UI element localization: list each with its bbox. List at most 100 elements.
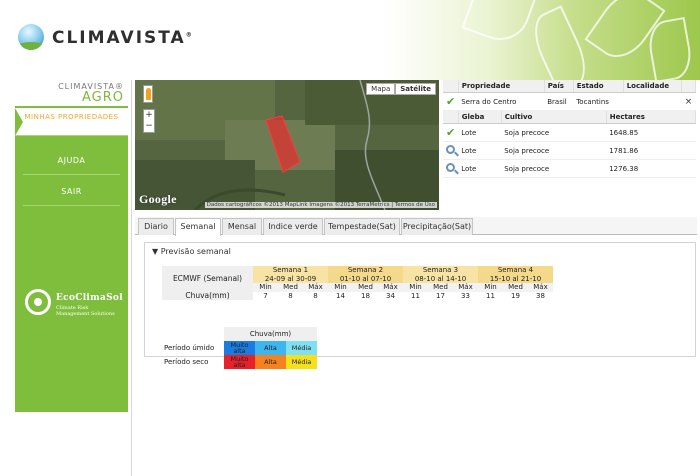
week-name: Semana 4 [478,266,553,275]
plot-hectares: 1648.85 [606,123,696,142]
legend-cell: Média [286,341,317,355]
col-pais: País [544,80,574,93]
tab-semanal[interactable]: Semanal [175,218,221,236]
tab-mensal[interactable]: Mensal [222,218,262,235]
week-range: 24-09 al 30-09 [253,274,328,283]
panel-header[interactable]: ▼ Previsão semanal [152,247,231,256]
plot-cultivo: Soja precoce [501,159,607,178]
collapse-triangle-icon[interactable]: ▼ [152,247,158,256]
tab-tempestade-sat[interactable]: Tempestade(Sat) [324,218,400,235]
property-locality [623,92,682,111]
sidebar-item-label: AJUDA [57,156,86,165]
map-attribution[interactable]: Dados cartográficos ©2013 MapLink Imagen… [204,202,437,208]
col-hectares: Hectares [606,111,697,124]
ecoclimasol-icon [25,289,51,315]
sidebar-item-label: MINHAS PROPRIEDADES [24,113,119,121]
legend-cell: Média [286,355,317,369]
rain-row-label: Chuva(mm) [162,291,253,300]
sidebar-menu: MINHAS PROPRIEDADES AJUDA SAIR EcoClimaS… [15,106,128,412]
property-table-header: Propriedade País Estado Localidade [443,80,696,93]
climavista-logo-icon[interactable] [18,24,44,50]
check-icon[interactable]: ✔ [446,126,455,139]
map-imagery [135,80,439,210]
table-row: Chuva(mm) 7 8 8 14 18 34 11 17 33 11 19 … [162,291,553,300]
table-row[interactable]: Lote Soja precoce 1781.86 [443,141,696,160]
magnifier-icon[interactable] [446,145,455,154]
model-label: ECMWF (Semanal) [162,266,253,292]
tab-diario[interactable]: Diario [138,218,174,235]
magnifier-icon[interactable] [446,163,455,172]
col-cultivo: Cultivo [501,111,607,124]
legend-row-label: Período úmido [164,344,215,352]
legend-row-seco: Período seco Muito alta Alta Média [162,355,317,369]
week-range: 08-10 al 14-10 [403,274,478,283]
brand-agro: AGRO [81,90,124,105]
legend-row-umido: Período úmido Muito alta Alta Média [162,341,317,355]
sidebar-item-sair[interactable]: SAIR [23,178,120,206]
tab-bar: Diario Semanal Mensal Indice verde Tempe… [135,217,697,236]
main-content: + − Mapa Satélite Google Dados cartográf… [131,80,700,476]
sidebar: CLIMAVISTA® AGRO MINHAS PROPRIEDADES AJU… [0,80,131,476]
google-logo: Google [139,192,177,206]
table-row[interactable]: Lote Soja precoce 1276.38 [443,159,696,178]
week-name: Semana 2 [328,266,403,275]
plot-gleba: Lote [458,159,502,178]
weekly-forecast-panel: ▼ Previsão semanal ECMWF (Semanal) Seman… [144,242,696,369]
plots-table-header: Gleba Cultivo Hectares [443,111,697,124]
legend-row-label: Período seco [164,358,209,366]
eco-tagline: Climate Risk Management Solutions [56,305,115,317]
property-name[interactable]: Serra do Centro [458,92,545,111]
map-type-mapa-button[interactable]: Mapa [366,83,396,95]
map-type-control: Mapa Satélite [366,83,436,95]
property-table: Propriedade País Estado Localidade ✔ Ser… [443,80,696,111]
col-gleba: Gleba [458,111,502,124]
col-propriedade: Propriedade [458,80,545,93]
satellite-map[interactable]: + − Mapa Satélite Google Dados cartográf… [135,80,439,210]
table-row[interactable]: ✔ Serra do Centro Brasil Tocantins × [443,92,696,111]
property-state: Tocantins [573,92,624,111]
week-name: Semana 1 [253,266,328,275]
map-zoom-control[interactable]: + − [143,109,155,133]
plot-gleba: Lote [458,123,502,142]
eco-name: EcoClimaSol [56,293,123,303]
app-header: CLIMAVISTA® [0,0,700,80]
table-row[interactable]: ✔ Lote Soja precoce 1648.85 [443,123,696,142]
plot-gleba: Lote [458,141,502,160]
plots-table: Gleba Cultivo Hectares ✔ Lote Soja preco… [443,111,697,178]
zoom-in-button[interactable]: + [144,110,154,121]
rain-legend-table: Chuva(mm) Período úmido Muito alta Alta … [162,327,317,369]
week-range: 15-10 al 21-10 [478,274,553,283]
street-view-pegman-icon[interactable] [143,85,153,103]
sidebar-brand: CLIMAVISTA® AGRO [14,82,124,105]
sidebar-item-minhas-propriedades[interactable]: MINHAS PROPRIEDADES [15,108,128,136]
ecoclimasol-logo: EcoClimaSol Climate Risk Management Solut… [25,289,125,329]
zoom-out-button[interactable]: − [144,121,154,132]
plot-cultivo: Soja precoce [501,141,607,160]
property-country: Brasil [544,92,574,111]
legend-cell: Muito alta [224,341,255,355]
week-name: Semana 3 [403,266,478,275]
legend-header: Chuva(mm) [224,327,317,341]
close-icon[interactable]: × [681,92,696,111]
map-type-satelite-button[interactable]: Satélite [395,83,436,95]
decor-leaf [461,0,539,49]
week-range: 01-10 al 07-10 [328,274,403,283]
plot-hectares: 1276.38 [606,159,696,178]
sidebar-item-label: SAIR [61,187,82,196]
sidebar-item-ajuda[interactable]: AJUDA [23,147,120,175]
plot-cultivo: Soja precoce [501,123,607,142]
plot-hectares: 1781.86 [606,141,696,160]
tab-precipitacao-sat[interactable]: Precipitação(Sat) [401,218,473,235]
col-localidade: Localidade [623,80,683,93]
menu-notch [15,108,23,136]
legend-cell: Alta [255,355,286,369]
col-estado: Estado [573,80,624,93]
legend-cell: Muito alta [224,355,255,369]
check-icon: ✔ [446,95,456,108]
panel-title: Previsão semanal [160,247,231,256]
app-logo-text[interactable]: CLIMAVISTA® [52,28,194,48]
weekly-forecast-table: ECMWF (Semanal) Semana 1 Semana 2 Semana… [162,266,553,300]
legend-cell: Alta [255,341,286,355]
decor-leaf [524,5,596,80]
tab-indice-verde[interactable]: Indice verde [263,218,323,235]
